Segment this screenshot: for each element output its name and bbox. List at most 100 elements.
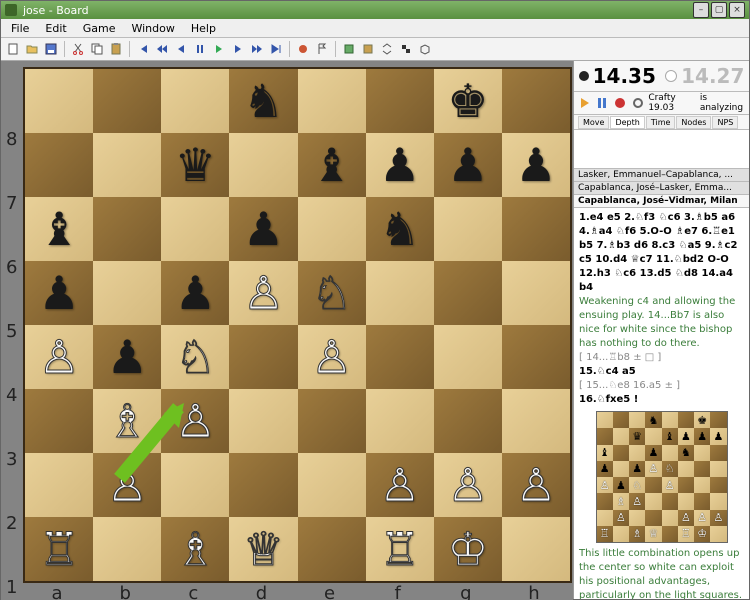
- piece-bP[interactable]: ♟: [107, 334, 148, 380]
- square-a3[interactable]: [25, 389, 93, 453]
- square-f6[interactable]: ♞: [366, 197, 434, 261]
- fwd-icon[interactable]: [230, 41, 246, 57]
- square-a7[interactable]: [25, 133, 93, 197]
- close-button[interactable]: ×: [729, 2, 745, 18]
- book-icon[interactable]: [360, 41, 376, 57]
- square-e4[interactable]: ♙: [298, 325, 366, 389]
- square-b2[interactable]: ♙: [93, 453, 161, 517]
- notation-panel[interactable]: 1.e4 e5 2.♘f3 ♘c6 3.♗b5 a6 4.♗a4 ♘f6 5.O…: [574, 208, 749, 599]
- piece-wP[interactable]: ♙: [311, 334, 352, 380]
- engine-icon[interactable]: [341, 41, 357, 57]
- piece-wP[interactable]: ♙: [38, 334, 79, 380]
- piece-bP[interactable]: ♟: [243, 206, 284, 252]
- square-d8[interactable]: ♞: [229, 69, 297, 133]
- piece-bP[interactable]: ♟: [175, 270, 216, 316]
- square-c1[interactable]: ♗: [161, 517, 229, 581]
- new-icon[interactable]: [5, 41, 21, 57]
- piece-bP[interactable]: ♟: [38, 270, 79, 316]
- engine-play-icon[interactable]: [578, 95, 592, 111]
- minimize-button[interactable]: –: [693, 2, 709, 18]
- square-f2[interactable]: ♙: [366, 453, 434, 517]
- square-a8[interactable]: [25, 69, 93, 133]
- game-tab-0[interactable]: Lasker, Emmanuel–Capablanca, ...: [574, 169, 749, 182]
- square-g6[interactable]: [434, 197, 502, 261]
- square-e6[interactable]: [298, 197, 366, 261]
- square-b5[interactable]: [93, 261, 161, 325]
- square-d2[interactable]: [229, 453, 297, 517]
- piece-wR[interactable]: ♖: [38, 526, 79, 572]
- open-icon[interactable]: [24, 41, 40, 57]
- game-tab-2[interactable]: Capablanca, José–Vidmar, Milan: [574, 195, 749, 208]
- menu-game[interactable]: Game: [75, 20, 124, 37]
- last-icon[interactable]: [268, 41, 284, 57]
- piece-wN[interactable]: ♘: [311, 270, 352, 316]
- square-e8[interactable]: [298, 69, 366, 133]
- square-g7[interactable]: ♟: [434, 133, 502, 197]
- square-b1[interactable]: [93, 517, 161, 581]
- engine-settings-icon[interactable]: [631, 95, 645, 111]
- square-d5[interactable]: ♙: [229, 261, 297, 325]
- square-b4[interactable]: ♟: [93, 325, 161, 389]
- piece-wB[interactable]: ♗: [107, 398, 148, 444]
- square-b3[interactable]: ♗: [93, 389, 161, 453]
- square-g4[interactable]: [434, 325, 502, 389]
- square-f5[interactable]: [366, 261, 434, 325]
- piece-wB[interactable]: ♗: [175, 526, 216, 572]
- piece-wP[interactable]: ♙: [379, 462, 420, 508]
- piece-bN[interactable]: ♞: [243, 78, 284, 124]
- square-e7[interactable]: ♝: [298, 133, 366, 197]
- square-c7[interactable]: ♛: [161, 133, 229, 197]
- coords-icon[interactable]: [398, 41, 414, 57]
- square-h3[interactable]: [502, 389, 570, 453]
- next-icon[interactable]: [249, 41, 265, 57]
- square-d7[interactable]: [229, 133, 297, 197]
- square-f8[interactable]: [366, 69, 434, 133]
- square-d6[interactable]: ♟: [229, 197, 297, 261]
- square-b6[interactable]: [93, 197, 161, 261]
- flip-icon[interactable]: [379, 41, 395, 57]
- square-f4[interactable]: [366, 325, 434, 389]
- square-a2[interactable]: [25, 453, 93, 517]
- square-c2[interactable]: [161, 453, 229, 517]
- save-icon[interactable]: [43, 41, 59, 57]
- engine-tab-nodes[interactable]: Nodes: [676, 116, 711, 129]
- piece-bK[interactable]: ♚: [447, 78, 488, 124]
- piece-wP[interactable]: ♙: [107, 462, 148, 508]
- maximize-button[interactable]: ▢: [711, 2, 727, 18]
- cut-icon[interactable]: [70, 41, 86, 57]
- play-icon[interactable]: [211, 41, 227, 57]
- menu-help[interactable]: Help: [183, 20, 224, 37]
- square-d1[interactable]: ♕: [229, 517, 297, 581]
- square-g8[interactable]: ♚: [434, 69, 502, 133]
- square-h4[interactable]: [502, 325, 570, 389]
- piece-bP[interactable]: ♟: [379, 142, 420, 188]
- square-f1[interactable]: ♖: [366, 517, 434, 581]
- piece-wR[interactable]: ♖: [379, 526, 420, 572]
- engine-tab-depth[interactable]: Depth: [610, 116, 644, 129]
- first-icon[interactable]: [135, 41, 151, 57]
- piece-bB[interactable]: ♝: [311, 142, 352, 188]
- hand-icon[interactable]: [295, 41, 311, 57]
- engine-tab-nps[interactable]: NPS: [712, 116, 738, 129]
- piece-wN[interactable]: ♘: [175, 334, 216, 380]
- engine-pause-icon[interactable]: [596, 95, 610, 111]
- 3d-icon[interactable]: [417, 41, 433, 57]
- square-e5[interactable]: ♘: [298, 261, 366, 325]
- square-h8[interactable]: [502, 69, 570, 133]
- piece-wP[interactable]: ♙: [447, 462, 488, 508]
- square-g3[interactable]: [434, 389, 502, 453]
- square-h5[interactable]: [502, 261, 570, 325]
- prev-icon[interactable]: [154, 41, 170, 57]
- square-f7[interactable]: ♟: [366, 133, 434, 197]
- square-a4[interactable]: ♙: [25, 325, 93, 389]
- square-a5[interactable]: ♟: [25, 261, 93, 325]
- square-b7[interactable]: [93, 133, 161, 197]
- piece-wP[interactable]: ♙: [175, 398, 216, 444]
- square-a1[interactable]: ♖: [25, 517, 93, 581]
- square-h1[interactable]: [502, 517, 570, 581]
- menu-edit[interactable]: Edit: [37, 20, 74, 37]
- square-h7[interactable]: ♟: [502, 133, 570, 197]
- piece-wK[interactable]: ♔: [447, 526, 488, 572]
- engine-tab-move[interactable]: Move: [578, 116, 609, 129]
- piece-bN[interactable]: ♞: [379, 206, 420, 252]
